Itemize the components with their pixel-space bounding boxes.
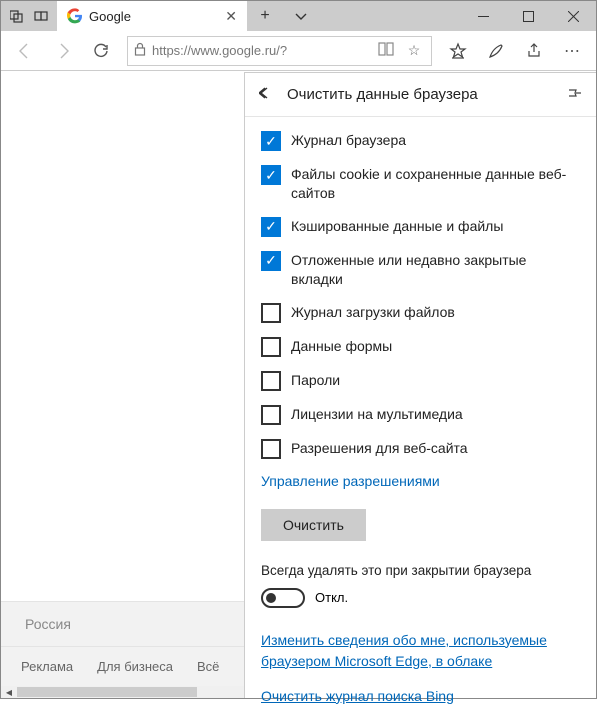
url-text: https://www.google.ru/? <box>152 43 369 58</box>
panel-header: Очистить данные браузера <box>245 73 596 117</box>
always-clear-toggle[interactable] <box>261 588 305 608</box>
option-row[interactable]: ✓ Журнал браузера <box>261 131 580 151</box>
google-favicon-icon <box>67 8 83 24</box>
option-label: Разрешения для веб-сайта <box>291 439 468 458</box>
address-bar[interactable]: https://www.google.ru/? ☆ <box>127 36 432 66</box>
checkbox[interactable] <box>261 371 281 391</box>
new-tab-button[interactable]: + <box>247 1 283 31</box>
option-row[interactable]: Лицензии на мультимедиа <box>261 405 580 425</box>
checkbox[interactable]: ✓ <box>261 251 281 271</box>
back-button[interactable] <box>7 33 43 69</box>
checkbox[interactable] <box>261 337 281 357</box>
tabs-preview-icon[interactable] <box>29 1 53 31</box>
more-menu-icon[interactable]: ⋯ <box>554 33 590 69</box>
option-label: Журнал загрузки файлов <box>291 303 455 322</box>
panel-back-icon[interactable] <box>259 86 275 103</box>
option-row[interactable]: ✓ Файлы cookie и сохраненные данные веб-с… <box>261 165 580 203</box>
lock-icon <box>134 42 146 59</box>
toolbar: https://www.google.ru/? ☆ ⋯ <box>1 31 596 71</box>
refresh-button[interactable] <box>83 33 119 69</box>
reading-view-icon[interactable] <box>375 42 397 59</box>
option-label: Пароли <box>291 371 340 390</box>
checkbox[interactable] <box>261 439 281 459</box>
clear-button[interactable]: Очистить <box>261 509 366 541</box>
option-row[interactable]: Журнал загрузки файлов <box>261 303 580 323</box>
minimize-button[interactable] <box>461 1 506 31</box>
scroll-left-icon[interactable]: ◀ <box>1 686 17 698</box>
clear-data-panel: Очистить данные браузера ✓ Журнал браузер… <box>244 72 596 698</box>
pin-icon[interactable] <box>566 86 582 103</box>
always-clear-label: Всегда удалять это при закрытии браузера <box>261 563 580 578</box>
option-row[interactable]: Пароли <box>261 371 580 391</box>
toggle-state-label: Откл. <box>315 590 348 605</box>
checkbox[interactable] <box>261 405 281 425</box>
set-aside-tabs-icon[interactable] <box>5 1 29 31</box>
option-label: Лицензии на мультимедиа <box>291 405 463 424</box>
favorites-hub-icon[interactable] <box>440 33 476 69</box>
checkbox[interactable] <box>261 303 281 323</box>
option-row[interactable]: ✓ Кэшированные данные и файлы <box>261 217 580 237</box>
checkbox[interactable]: ✓ <box>261 165 281 185</box>
checkbox[interactable]: ✓ <box>261 131 281 151</box>
tab-title: Google <box>89 9 219 24</box>
browser-tab[interactable]: Google ✕ <box>57 1 247 31</box>
checkbox[interactable]: ✓ <box>261 217 281 237</box>
scrollbar-thumb[interactable] <box>17 687 197 697</box>
forward-button[interactable] <box>45 33 81 69</box>
option-row[interactable]: Разрешения для веб-сайта <box>261 439 580 459</box>
footer-link[interactable]: Для бизнеса <box>97 659 173 674</box>
toggle-row: Откл. <box>261 588 580 608</box>
option-row[interactable]: Данные формы <box>261 337 580 357</box>
footer-link[interactable]: Реклама <box>21 659 73 674</box>
footer-link[interactable]: Всё <box>197 659 219 674</box>
option-label: Кэшированные данные и файлы <box>291 217 503 236</box>
maximize-button[interactable] <box>506 1 551 31</box>
option-label: Отложенные или недавно закрытые вкладки <box>291 251 580 289</box>
title-bar: Google ✕ + <box>1 1 596 31</box>
option-label: Данные формы <box>291 337 392 356</box>
panel-body: ✓ Журнал браузера ✓ Файлы cookie и сохранен… <box>245 117 596 707</box>
share-icon[interactable] <box>516 33 552 69</box>
option-row[interactable]: ✓ Отложенные или недавно закрытые вкладки <box>261 251 580 289</box>
option-label: Журнал браузера <box>291 131 406 150</box>
tab-close-icon[interactable]: ✕ <box>225 8 237 25</box>
cloud-data-link[interactable]: Изменить сведения обо мне, используемые … <box>261 630 580 672</box>
manage-permissions-link[interactable]: Управление разрешениями <box>261 473 580 489</box>
favorite-star-icon[interactable]: ☆ <box>403 42 425 59</box>
notes-pen-icon[interactable] <box>478 33 514 69</box>
tab-chevron-icon[interactable] <box>283 1 319 31</box>
close-window-button[interactable] <box>551 1 596 31</box>
option-label: Файлы cookie и сохраненные данные веб-са… <box>291 165 580 203</box>
bing-history-link[interactable]: Очистить журнал поиска Bing <box>261 686 580 707</box>
panel-title: Очистить данные браузера <box>287 86 554 103</box>
titlebar-left <box>1 1 57 31</box>
